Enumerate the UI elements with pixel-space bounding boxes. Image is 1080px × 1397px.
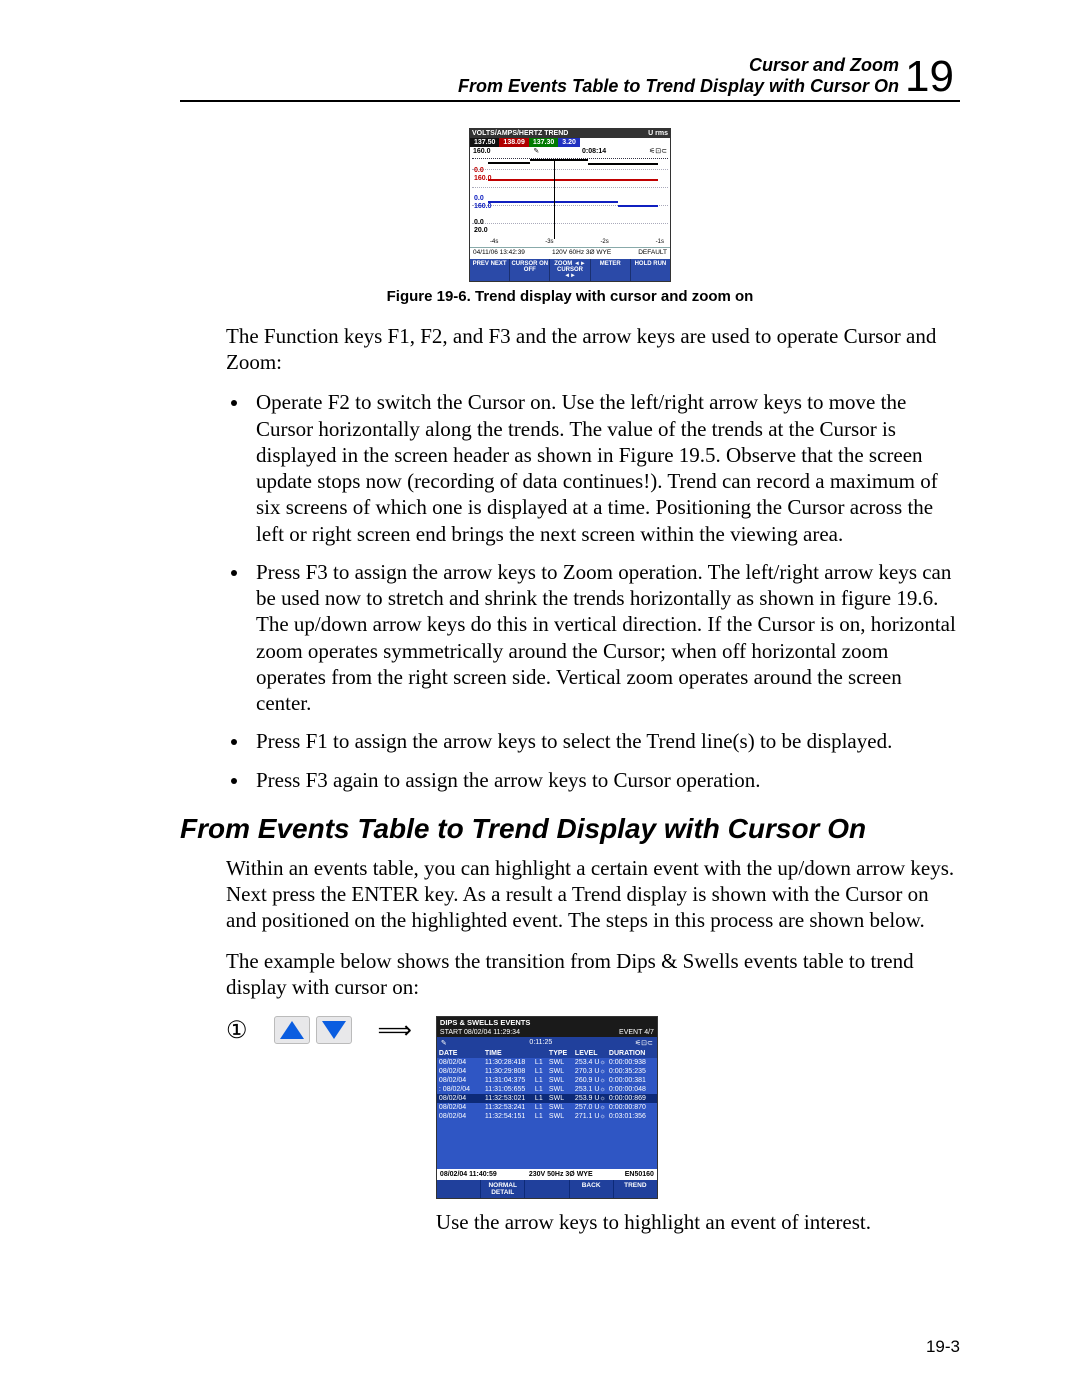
arrow-up-icon (280, 1021, 304, 1039)
trend-plot: 0.0 160.0 0.0 160.0 0.0 20.0 (472, 158, 668, 239)
trend-status-bar: 04/11/06 13:42:39 120V 60Hz 3Ø WYE DEFAU… (470, 247, 670, 259)
page-number: 19-3 (926, 1337, 960, 1357)
arrow-down-icon (322, 1021, 346, 1039)
table-row[interactable]: 08/02/0411:32:54:151L1SWL271.1 U☼0:03:01… (437, 1112, 657, 1121)
softkey-f4[interactable]: BACK (570, 1180, 614, 1198)
header-subtopic: From Events Table to Trend Display with … (458, 76, 899, 97)
implies-arrow-icon: ⟹ (378, 1016, 410, 1045)
events-columns: DATE TIME TYPE LEVEL DURATION (437, 1049, 657, 1058)
bullet-item: Press F1 to assign the arrow keys to sel… (250, 728, 960, 754)
trend-softkeys: PREV NEXT CURSOR ON OFF ZOOM ◄► CURSOR ◄… (470, 259, 670, 281)
softkey-f3[interactable] (525, 1180, 569, 1198)
events-screenshot: DIPS & SWELLS EVENTS START 08/02/04 11:2… (436, 1016, 658, 1199)
trend-units: U rms (648, 130, 668, 137)
chapter-number: 19 (905, 57, 954, 97)
section-heading: From Events Table to Trend Display with … (180, 813, 960, 845)
trend-cursor-line (554, 159, 555, 239)
cursor-icon: ✎ (533, 148, 539, 155)
battery-icon: ⚟⊡⊂ (635, 1039, 653, 1047)
bullet-item: Press F3 to assign the arrow keys to Zoo… (250, 559, 960, 717)
arrow-keys-icon (274, 1016, 352, 1044)
events-counter: EVENT 4/7 (619, 1029, 654, 1036)
softkey-f1[interactable]: PREV NEXT (470, 259, 510, 281)
step-number-icon: ① (226, 1016, 248, 1045)
trend-screenshot: VOLTS/AMPS/HERTZ TREND U rms 137.50 138.… (469, 128, 671, 282)
step-row: ① ⟹ DIPS & SWELLS EVENTS START 08/02/04 … (226, 1016, 960, 1235)
softkey-f5[interactable]: TREND (614, 1180, 657, 1198)
trend-title: VOLTS/AMPS/HERTZ TREND (472, 130, 568, 137)
section-paragraph: The example below shows the transition f… (226, 948, 960, 1001)
trend-value-bar: 137.50 138.09 137.30 3.20 (470, 138, 670, 147)
header-topic: Cursor and Zoom (458, 55, 899, 76)
softkey-f2[interactable]: CURSOR ON OFF (510, 259, 550, 281)
softkey-f4[interactable]: METER (591, 259, 631, 281)
bullet-list: Operate F2 to switch the Cursor on. Use … (250, 389, 960, 793)
softkey-f2[interactable]: NORMAL DETAIL (481, 1180, 525, 1198)
events-title: DIPS & SWELLS EVENTS (440, 1018, 530, 1027)
events-softkeys: NORMAL DETAIL BACK TREND (437, 1180, 657, 1198)
events-status-bar: 08/02/04 11:40:59 230V 50Hz 3Ø WYE EN501… (437, 1169, 657, 1180)
step-instruction: Use the arrow keys to highlight an event… (436, 1209, 876, 1235)
page-header: Cursor and Zoom From Events Table to Tre… (180, 55, 960, 96)
softkey-f3[interactable]: ZOOM ◄► CURSOR ◄► (550, 259, 590, 281)
cursor-icon: ✎ (441, 1039, 447, 1047)
table-row[interactable]: : 08/02/0411:31:05:655L1SWL253.1 U☼0:00:… (437, 1085, 657, 1094)
table-row[interactable]: 08/02/0411:30:28:418L1SWL253.4 U☼0:00:00… (437, 1058, 657, 1067)
intro-paragraph: The Function keys F1, F2, and F3 and the… (226, 323, 960, 376)
header-rule (180, 100, 960, 102)
section-paragraph: Within an events table, you can highligh… (226, 855, 960, 934)
table-row[interactable]: 08/02/0411:30:29:808L1SWL270.3 U☼0:00:35… (437, 1067, 657, 1076)
table-row[interactable]: 08/02/0411:32:53:241L1SWL257.0 U☼0:00:00… (437, 1103, 657, 1112)
softkey-f1[interactable] (437, 1180, 481, 1198)
table-row[interactable]: 08/02/0411:31:04:375L1SWL260.9 U☼0:00:00… (437, 1076, 657, 1085)
bullet-item: Operate F2 to switch the Cursor on. Use … (250, 389, 960, 547)
table-row[interactable]: 08/02/0411:32:53:021L1SWL253.9 U☼0:00:00… (437, 1094, 657, 1103)
bullet-item: Press F3 again to assign the arrow keys … (250, 767, 960, 793)
figure-caption: Figure 19-6. Trend display with cursor a… (180, 288, 960, 305)
events-start: START 08/02/04 11:29:34 (440, 1029, 520, 1036)
battery-icon: ⚟⊡⊂ (649, 148, 667, 155)
softkey-f5[interactable]: HOLD RUN (631, 259, 670, 281)
